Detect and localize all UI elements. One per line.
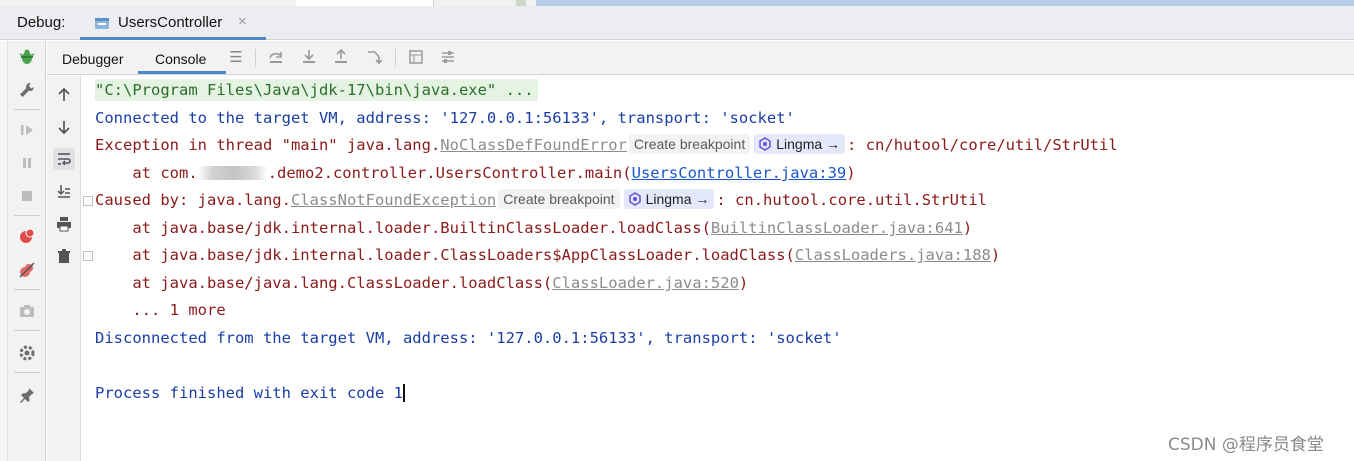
tab-debugger[interactable]: Debugger — [62, 51, 124, 67]
evaluate-expression-icon[interactable] — [407, 48, 425, 66]
console-line-caused-by: Caused by: java.lang.ClassNotFoundExcept… — [95, 189, 987, 211]
debug-label: Debug: — [17, 14, 66, 31]
console-line-connected: Connected to the target VM, address: '12… — [95, 109, 795, 127]
console-line-finished: Process finished with exit code 1 — [95, 382, 405, 404]
lingma-label: Lingma — [645, 191, 692, 207]
pause-icon[interactable] — [17, 153, 37, 173]
soft-wrap-icon[interactable] — [53, 148, 75, 170]
camera-icon[interactable] — [17, 301, 37, 321]
step-over-icon[interactable] — [267, 48, 285, 66]
exception-prefix: Exception in thread "main" java.lang. — [95, 136, 441, 154]
stop-icon[interactable] — [17, 186, 37, 206]
lingma-button[interactable]: Lingma → — [623, 189, 715, 209]
session-tab-userscontroller[interactable]: UsersController × — [80, 6, 266, 40]
stack-suffix: ) — [990, 246, 1001, 264]
stack-suffix: ) — [846, 164, 856, 182]
console-line-exception: Exception in thread "main" java.lang.NoC… — [95, 134, 1118, 156]
stack-method: at java.base/jdk.internal.loader.Builtin… — [95, 219, 711, 237]
active-tab-indicator — [138, 71, 226, 74]
source-link-builtinclassloader[interactable]: BuiltinClassLoader.java:641 — [711, 219, 963, 237]
console-line-stack-3: at java.base/jdk.internal.loader.ClassLo… — [95, 244, 1000, 266]
close-icon[interactable]: × — [238, 13, 247, 30]
console-line-stack-1: at com. .demo2.controller.UsersController… — [95, 162, 856, 184]
create-breakpoint-button[interactable]: Create breakpoint — [628, 134, 751, 154]
create-breakpoint-button[interactable]: Create breakpoint — [498, 189, 620, 209]
caused-suffix: : cn.hutool.core.util.StrUtil — [716, 191, 988, 209]
arrow-right-icon: → — [695, 191, 710, 207]
source-link-userscontroller[interactable]: UsersController.java:39 — [632, 164, 847, 182]
stack-suffix: ) — [738, 274, 749, 292]
tool-window-edge — [0, 41, 8, 461]
settings-gear-icon[interactable] — [17, 343, 37, 363]
arrow-down-icon[interactable] — [53, 116, 75, 138]
watermark: CSDN @程序员食堂 — [1168, 435, 1324, 455]
resume-icon[interactable] — [17, 120, 37, 140]
fold-marker[interactable] — [83, 251, 93, 261]
active-tab-indicator — [80, 37, 266, 40]
stack-prefix: at com. — [95, 164, 198, 182]
redacted-package — [197, 166, 268, 180]
process-finished-text: Process finished with exit code 1 — [95, 384, 403, 402]
caused-prefix: Caused by: java.lang. — [95, 191, 291, 209]
console-line-command: "C:\Program Files\Java\jdk-17\bin\java.e… — [95, 79, 538, 101]
fold-marker[interactable] — [83, 196, 93, 206]
step-out-icon[interactable] — [332, 48, 350, 66]
run-config-icon — [94, 15, 110, 31]
exception-class-link[interactable]: ClassNotFoundException — [291, 191, 496, 209]
lingma-label: Lingma — [776, 136, 823, 152]
view-breakpoints-icon[interactable] — [17, 226, 37, 246]
lingma-icon — [628, 191, 642, 206]
console-line-more: ... 1 more — [95, 301, 226, 319]
exception-suffix: : cn/hutool/core/util/StrUtil — [847, 136, 1118, 154]
mute-breakpoints-icon[interactable] — [17, 260, 37, 280]
pin-icon[interactable] — [17, 385, 37, 405]
trace-settings-icon[interactable] — [439, 48, 457, 66]
lingma-button[interactable]: Lingma → — [754, 134, 846, 154]
console-toolbar — [47, 76, 81, 461]
scroll-to-end-icon[interactable] — [53, 180, 75, 202]
text-caret — [402, 384, 405, 402]
console-line-stack-2: at java.base/jdk.internal.loader.Builtin… — [95, 217, 972, 239]
arrow-right-icon: → — [826, 136, 841, 152]
stack-method: at java.base/java.lang.ClassLoader.loadC… — [95, 274, 553, 292]
lingma-icon — [758, 136, 772, 151]
menu-lines-icon[interactable]: ☰ — [227, 48, 245, 66]
step-into-icon[interactable] — [300, 48, 318, 66]
tab-console[interactable]: Console — [155, 51, 206, 67]
debug-sub-tabs: Debugger Console ☰ — [47, 41, 1354, 75]
wrench-icon[interactable] — [17, 80, 37, 100]
console-line-disconnected: Disconnected from the target VM, address… — [95, 329, 842, 347]
stack-suffix: ) — [962, 219, 973, 237]
run-to-cursor-icon[interactable] — [365, 48, 383, 66]
debug-side-toolbar — [8, 41, 46, 461]
source-link-classloader[interactable]: ClassLoader.java:520 — [552, 274, 739, 292]
exception-class-link[interactable]: NoClassDefFoundError — [440, 136, 627, 154]
trash-icon[interactable] — [53, 245, 75, 267]
debug-tool-window-header: Debug: UsersController × — [0, 6, 1354, 40]
arrow-up-icon[interactable] — [53, 84, 75, 106]
stack-method: .demo2.controller.UsersController.main( — [267, 164, 632, 182]
console-line-stack-4: at java.base/java.lang.ClassLoader.loadC… — [95, 272, 748, 294]
rerun-debug-icon[interactable] — [17, 47, 37, 67]
session-tab-label: UsersController — [118, 14, 223, 31]
stack-method: at java.base/jdk.internal.loader.ClassLo… — [95, 246, 795, 264]
source-link-classloaders[interactable]: ClassLoaders.java:188 — [795, 246, 991, 264]
console-output[interactable]: "C:\Program Files\Java\jdk-17\bin\java.e… — [82, 76, 1354, 461]
print-icon[interactable] — [53, 213, 75, 235]
